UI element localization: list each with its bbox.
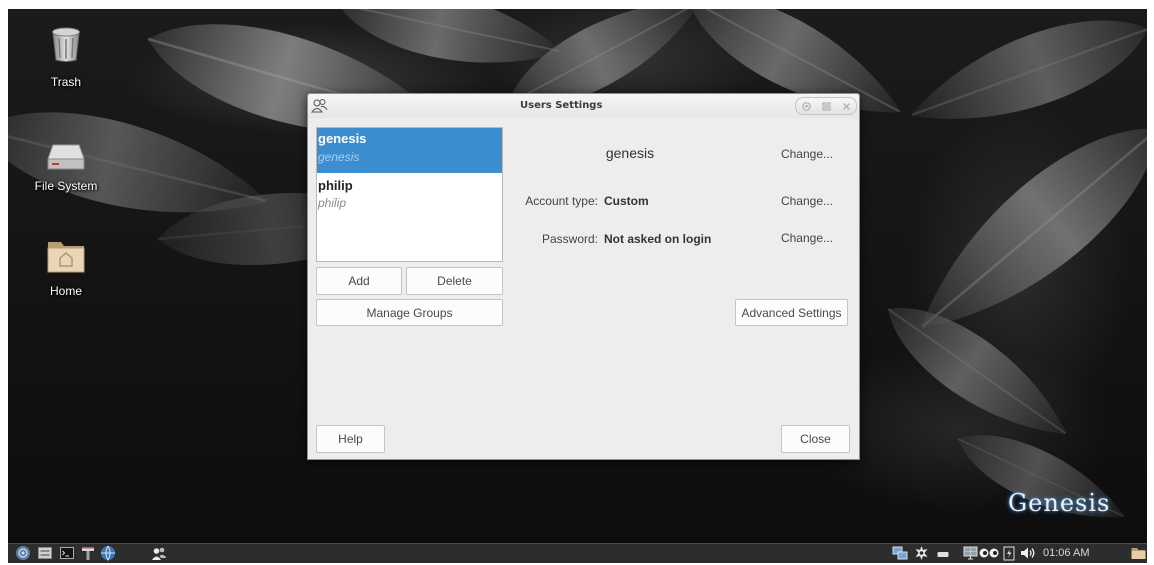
selected-user-name: genesis xyxy=(605,145,655,161)
maximize-icon xyxy=(822,102,830,110)
user-full-name: philip xyxy=(318,178,353,193)
taskbar: 01:06 AM xyxy=(8,543,1147,563)
users-icon xyxy=(152,547,166,560)
help-button[interactable]: Help xyxy=(316,425,385,453)
removable-drive-tray-button[interactable] xyxy=(937,545,949,561)
delete-user-button[interactable]: Delete xyxy=(406,267,503,295)
window-title: Users Settings xyxy=(520,100,603,111)
users-settings-window: Users Settings genesis genesis philip ph… xyxy=(307,93,860,460)
desktop-icon-file-system[interactable]: File System xyxy=(16,143,116,193)
minimize-button[interactable] xyxy=(798,99,814,113)
desktop-icon-label: Home xyxy=(49,284,82,298)
tool-icon xyxy=(82,547,94,560)
window-app-icon xyxy=(311,97,328,114)
user-full-name: genesis xyxy=(318,131,367,146)
close-dialog-button[interactable]: Close xyxy=(781,425,850,453)
terminal-icon xyxy=(60,547,74,559)
users-icon xyxy=(311,99,328,113)
clock[interactable]: 01:06 AM xyxy=(1043,546,1089,561)
minimize-icon xyxy=(801,101,811,111)
genesis-logo: Genesis xyxy=(1008,489,1111,517)
drive-icon xyxy=(47,144,85,170)
display-icon xyxy=(963,546,978,560)
advanced-settings-button[interactable]: Advanced Settings xyxy=(735,299,848,326)
display-tray-button[interactable] xyxy=(963,545,978,561)
wallpaper-leaf xyxy=(946,415,1137,541)
app-menu-icon xyxy=(16,546,30,560)
power-manager-tray-button[interactable] xyxy=(1003,545,1015,561)
network-tray-button[interactable] xyxy=(892,545,908,561)
window-controls xyxy=(795,97,857,115)
change-name-button[interactable]: Change... xyxy=(771,142,843,166)
add-user-button[interactable]: Add xyxy=(316,267,402,295)
desktop-icon-label: File System xyxy=(34,179,98,193)
eyes-tray-button[interactable] xyxy=(979,545,999,561)
user-login-name: genesis xyxy=(318,150,360,164)
power-manager-icon xyxy=(1003,546,1015,561)
wallpaper-leaf xyxy=(897,9,1147,150)
home-folder-icon xyxy=(47,242,85,273)
user-list-item[interactable]: genesis genesis xyxy=(317,128,502,173)
trash-icon xyxy=(52,27,80,62)
maximize-button[interactable] xyxy=(818,99,834,113)
settings-icon xyxy=(915,546,928,560)
change-password-button[interactable]: Change... xyxy=(771,226,843,250)
desktop-icon-trash[interactable]: Trash xyxy=(16,25,116,89)
volume-tray-button[interactable] xyxy=(1020,545,1036,561)
desktop-icon-home[interactable]: Home xyxy=(16,238,116,298)
password-label: Password: xyxy=(541,232,598,246)
volume-icon xyxy=(1021,547,1035,559)
account-type-label: Account type: xyxy=(525,194,598,208)
manage-groups-button[interactable]: Manage Groups xyxy=(316,299,503,326)
desktop-icon-label: Trash xyxy=(50,75,82,89)
file-manager-icon xyxy=(38,547,52,559)
web-browser-icon xyxy=(101,545,115,561)
window-titlebar[interactable]: Users Settings xyxy=(308,94,859,118)
app-menu-button[interactable] xyxy=(15,545,31,561)
users-settings-task[interactable] xyxy=(151,545,167,561)
terminal-launcher[interactable] xyxy=(59,545,75,561)
file-manager-launcher[interactable] xyxy=(37,545,53,561)
close-button[interactable] xyxy=(838,99,854,113)
folder-tray-button[interactable] xyxy=(1131,545,1146,561)
change-account-type-button[interactable]: Change... xyxy=(771,189,843,213)
eyes-icon xyxy=(979,548,999,558)
settings-tray-button[interactable] xyxy=(914,545,929,561)
network-icon xyxy=(892,546,908,560)
account-type-value: Custom xyxy=(604,194,649,208)
tool-launcher[interactable] xyxy=(80,545,96,561)
password-value: Not asked on login xyxy=(604,232,712,246)
folder-icon xyxy=(1131,548,1146,559)
close-icon xyxy=(842,102,850,110)
web-browser-launcher[interactable] xyxy=(100,545,116,561)
removable-drive-icon xyxy=(937,552,949,557)
